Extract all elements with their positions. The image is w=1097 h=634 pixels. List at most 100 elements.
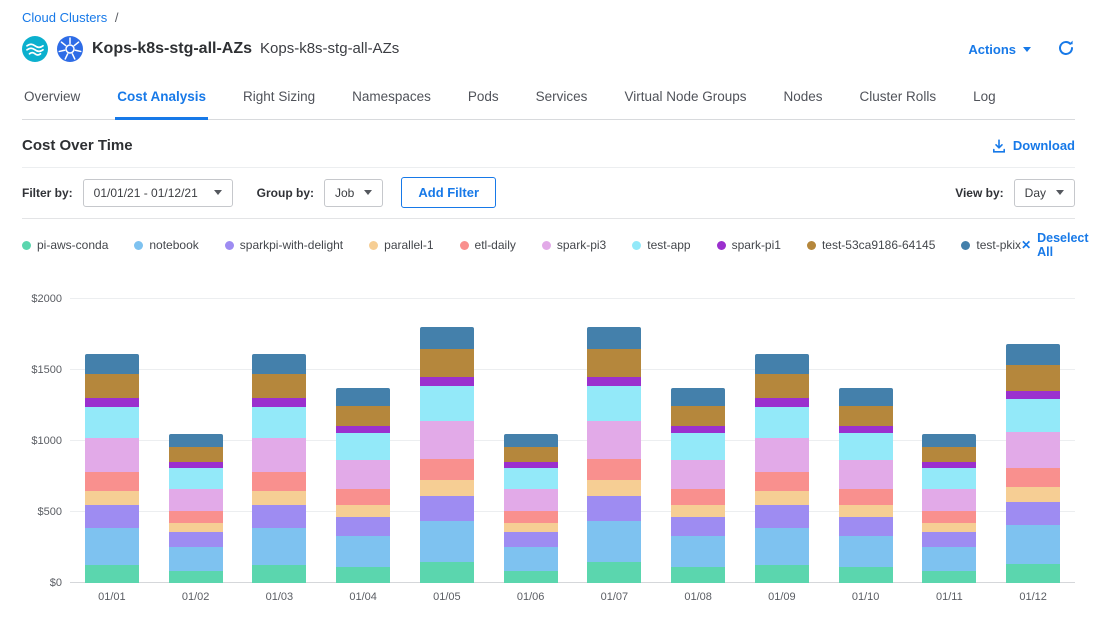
legend-item-parallel-1[interactable]: parallel-1 [369, 238, 433, 252]
bar-01-08[interactable] [671, 388, 725, 583]
bar-segment-parallel-1[interactable] [1006, 487, 1060, 502]
bar-segment-sparkpi-with-delight[interactable] [922, 532, 976, 547]
bar-segment-spark-pi1[interactable] [252, 398, 306, 407]
bar-segment-parallel-1[interactable] [252, 491, 306, 505]
bar-01-12[interactable] [1006, 344, 1060, 583]
bar-01-10[interactable] [839, 388, 893, 583]
bar-segment-test-app[interactable] [169, 468, 223, 489]
bar-segment-test-app[interactable] [336, 433, 390, 460]
bar-segment-sparkpi-with-delight[interactable] [755, 505, 809, 528]
bar-segment-test-app[interactable] [504, 468, 558, 489]
bar-segment-parallel-1[interactable] [169, 523, 223, 532]
bar-01-07[interactable] [587, 327, 641, 583]
bar-segment-test-app[interactable] [839, 433, 893, 460]
legend-item-etl-daily[interactable]: etl-daily [460, 238, 516, 252]
refresh-icon[interactable] [1057, 39, 1075, 60]
bar-segment-sparkpi-with-delight[interactable] [336, 517, 390, 536]
bar-segment-parallel-1[interactable] [922, 523, 976, 532]
bar-segment-pi-aws-conda[interactable] [922, 571, 976, 583]
bar-segment-sparkpi-with-delight[interactable] [1006, 502, 1060, 525]
bar-segment-test-pkix[interactable] [85, 354, 139, 374]
bar-segment-spark-pi1[interactable] [336, 426, 390, 433]
bar-segment-spark-pi1[interactable] [85, 398, 139, 407]
bar-segment-notebook[interactable] [922, 547, 976, 571]
bar-segment-test-53ca9186-64145[interactable] [839, 406, 893, 427]
bar-segment-notebook[interactable] [336, 536, 390, 567]
legend-item-spark-pi3[interactable]: spark-pi3 [542, 238, 606, 252]
bar-segment-etl-daily[interactable] [1006, 468, 1060, 487]
bar-segment-pi-aws-conda[interactable] [336, 567, 390, 583]
bar-segment-test-pkix[interactable] [336, 388, 390, 405]
bar-segment-spark-pi3[interactable] [922, 489, 976, 511]
bar-segment-spark-pi3[interactable] [420, 421, 474, 459]
bar-segment-parallel-1[interactable] [755, 491, 809, 505]
bar-segment-spark-pi1[interactable] [839, 426, 893, 433]
bar-segment-parallel-1[interactable] [839, 505, 893, 517]
bar-segment-spark-pi3[interactable] [504, 489, 558, 511]
legend-item-notebook[interactable]: notebook [134, 238, 198, 252]
bar-segment-sparkpi-with-delight[interactable] [671, 517, 725, 536]
download-button[interactable]: Download [992, 138, 1075, 153]
bar-segment-test-53ca9186-64145[interactable] [755, 374, 809, 398]
bar-segment-spark-pi3[interactable] [587, 421, 641, 459]
bar-segment-spark-pi3[interactable] [252, 438, 306, 472]
bar-segment-notebook[interactable] [504, 547, 558, 571]
bar-segment-test-53ca9186-64145[interactable] [85, 374, 139, 398]
bar-segment-test-pkix[interactable] [420, 327, 474, 349]
bar-segment-test-app[interactable] [85, 407, 139, 438]
bar-segment-etl-daily[interactable] [169, 511, 223, 523]
bar-segment-notebook[interactable] [169, 547, 223, 571]
bar-segment-etl-daily[interactable] [252, 472, 306, 490]
bar-segment-test-53ca9186-64145[interactable] [252, 374, 306, 398]
breadcrumb-link-cloud-clusters[interactable]: Cloud Clusters [22, 10, 107, 25]
bar-segment-pi-aws-conda[interactable] [169, 571, 223, 583]
actions-button[interactable]: Actions [968, 42, 1031, 57]
bar-segment-etl-daily[interactable] [336, 489, 390, 505]
tab-log[interactable]: Log [971, 79, 998, 120]
bar-segment-sparkpi-with-delight[interactable] [587, 496, 641, 522]
bar-segment-parallel-1[interactable] [504, 523, 558, 532]
bar-segment-test-pkix[interactable] [252, 354, 306, 374]
bar-segment-pi-aws-conda[interactable] [671, 567, 725, 583]
bar-segment-spark-pi1[interactable] [755, 398, 809, 407]
bar-segment-test-53ca9186-64145[interactable] [169, 447, 223, 463]
tab-pods[interactable]: Pods [466, 79, 501, 120]
bar-segment-test-app[interactable] [1006, 399, 1060, 432]
bar-segment-test-53ca9186-64145[interactable] [587, 349, 641, 377]
bar-segment-test-53ca9186-64145[interactable] [1006, 365, 1060, 391]
bar-01-06[interactable] [504, 434, 558, 583]
tab-cost-analysis[interactable]: Cost Analysis [115, 79, 208, 120]
bar-segment-spark-pi3[interactable] [839, 460, 893, 489]
legend-item-test-pkix[interactable]: test-pkix [961, 238, 1021, 252]
bar-segment-test-app[interactable] [671, 433, 725, 460]
bar-segment-test-app[interactable] [922, 468, 976, 489]
tab-cluster-rolls[interactable]: Cluster Rolls [858, 79, 939, 120]
bar-segment-test-pkix[interactable] [169, 434, 223, 447]
bar-segment-notebook[interactable] [671, 536, 725, 567]
bar-segment-spark-pi1[interactable] [671, 426, 725, 433]
bar-01-03[interactable] [252, 354, 306, 583]
bar-segment-test-app[interactable] [755, 407, 809, 438]
tab-nodes[interactable]: Nodes [782, 79, 825, 120]
bar-segment-test-pkix[interactable] [755, 354, 809, 374]
bar-segment-parallel-1[interactable] [587, 480, 641, 496]
bar-segment-test-app[interactable] [252, 407, 306, 438]
bar-segment-etl-daily[interactable] [922, 511, 976, 523]
bar-segment-sparkpi-with-delight[interactable] [504, 532, 558, 547]
bar-segment-test-53ca9186-64145[interactable] [336, 406, 390, 427]
bar-segment-notebook[interactable] [755, 528, 809, 565]
tab-namespaces[interactable]: Namespaces [350, 79, 433, 120]
bar-segment-test-53ca9186-64145[interactable] [420, 349, 474, 377]
bar-segment-spark-pi1[interactable] [420, 377, 474, 386]
tab-services[interactable]: Services [534, 79, 590, 120]
bar-segment-spark-pi3[interactable] [85, 438, 139, 472]
bar-segment-etl-daily[interactable] [755, 472, 809, 490]
bar-01-02[interactable] [169, 434, 223, 583]
deselect-all-button[interactable]: ✕ Deselect All [1021, 231, 1089, 259]
bar-segment-notebook[interactable] [85, 528, 139, 565]
bar-01-01[interactable] [85, 354, 139, 583]
legend-item-spark-pi1[interactable]: spark-pi1 [717, 238, 781, 252]
bar-segment-etl-daily[interactable] [587, 459, 641, 480]
add-filter-button[interactable]: Add Filter [401, 177, 496, 208]
bar-01-05[interactable] [420, 327, 474, 583]
